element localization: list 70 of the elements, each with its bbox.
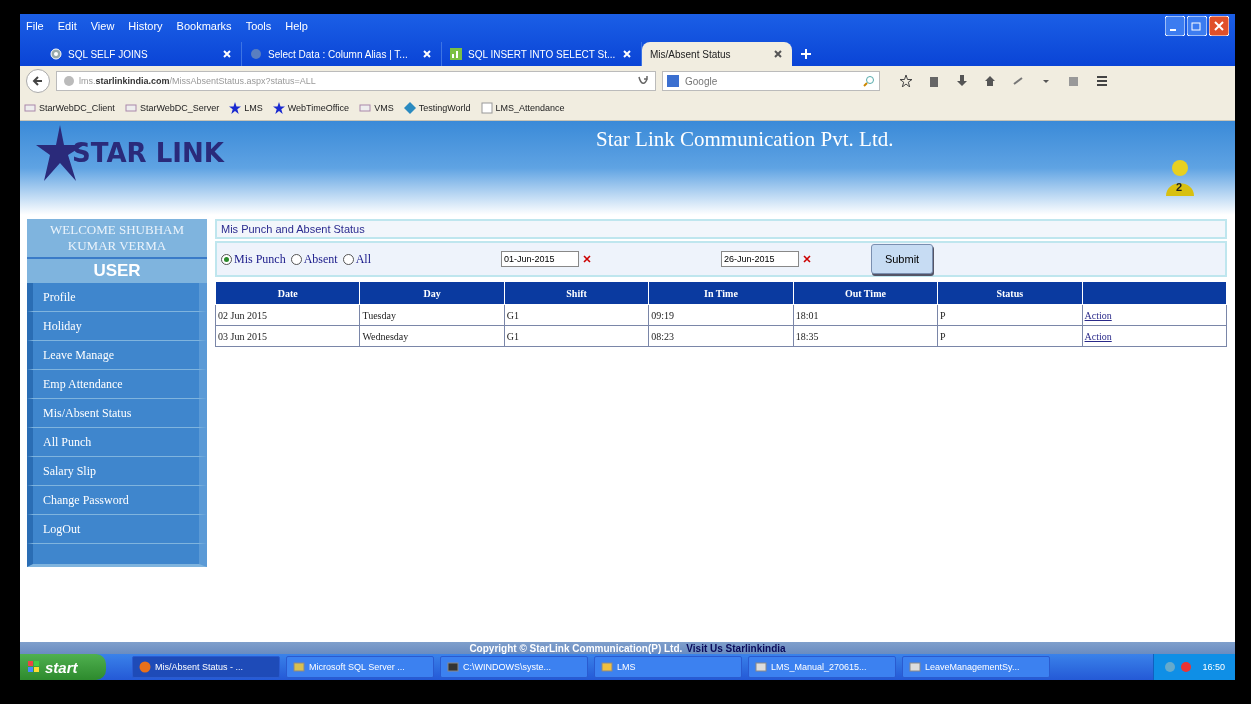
taskbar-item[interactable]: C:\WINDOWS\syste...: [440, 656, 588, 678]
column-header: Day: [359, 281, 505, 305]
welcome-text: WELCOME SHUBHAM KUMAR VERMA: [27, 219, 207, 259]
sidebar-item[interactable]: Emp Attendance: [27, 370, 207, 399]
column-header: Shift: [504, 281, 649, 305]
menu-item[interactable]: View: [90, 20, 115, 32]
taskbar-item[interactable]: Mis/Absent Status - ...: [132, 656, 280, 678]
table-cell: Tuesday: [359, 304, 505, 326]
table-cell: 09:19: [648, 304, 794, 326]
date-field[interactable]: 26-Jun-2015: [721, 251, 800, 267]
taskbar-item[interactable]: LeaveManagementSy...: [902, 656, 1050, 678]
menu-item[interactable]: Help: [285, 20, 308, 32]
table-cell: 18:01: [793, 304, 938, 326]
menu-item[interactable]: Bookmarks: [176, 20, 232, 32]
table-cell: Wednesday: [359, 325, 505, 347]
table-cell: G1: [504, 304, 649, 326]
bookmark-link[interactable]: StarWebDC_Server: [124, 102, 220, 114]
bookmark-link[interactable]: WebTimeOffice: [272, 102, 350, 114]
menu-item[interactable]: File: [26, 20, 44, 32]
taskbar-item[interactable]: Microsoft SQL Server ...: [286, 656, 434, 678]
column-header: Out Time: [793, 281, 938, 305]
sidebar-item[interactable]: Salary Slip: [27, 457, 207, 486]
table-cell: 18:35: [793, 325, 938, 347]
action-link[interactable]: Action: [1084, 330, 1112, 342]
sidebar-item[interactable]: Profile: [27, 283, 207, 312]
radio-option[interactable]: Mis Punch: [221, 251, 286, 267]
submit-button[interactable]: Submit: [871, 244, 934, 274]
table-cell: 03 Jun 2015: [215, 325, 360, 347]
table-cell: 08:23: [648, 325, 794, 347]
radio-option[interactable]: All: [342, 251, 372, 267]
table-cell: P: [937, 325, 1083, 347]
menu-item[interactable]: History: [128, 20, 163, 32]
sidebar-item[interactable]: LogOut: [27, 515, 207, 544]
clock-text: 16:50: [1202, 662, 1225, 672]
sidebar-item[interactable]: Leave Manage: [27, 341, 207, 370]
bookmark-link[interactable]: LMS: [229, 102, 263, 114]
logo-text: STAR LINK: [72, 138, 224, 168]
website-link[interactable]: Visit Us Starlinkindia: [686, 642, 786, 654]
table-cell: G1: [504, 325, 649, 347]
sidebar-item[interactable]: Holiday: [27, 312, 207, 341]
panel-title: Mis Punch and Absent Status: [215, 219, 1227, 239]
action-link[interactable]: Action: [1084, 309, 1112, 321]
sidebar-item[interactable]: Mis/Absent Status: [27, 399, 207, 428]
menu-item[interactable]: Tools: [245, 20, 272, 32]
taskbar-item[interactable]: LMS_Manual_270615...: [748, 656, 896, 678]
notification-count: 2: [1176, 181, 1183, 193]
column-header: Date: [215, 281, 360, 305]
search-field[interactable]: Google: [662, 71, 880, 91]
radio-option[interactable]: Absent: [290, 251, 338, 267]
sidebar-item[interactable]: Change Password: [27, 486, 207, 515]
address-bar[interactable]: lms.starlinkindia.com/MissAbsentStatus.aspx?status=ALL: [56, 71, 656, 91]
sidebar-item[interactable]: All Punch: [27, 428, 207, 457]
url-text: lms.starlinkindia.com/MissAbsentStatus.aspx?status=ALL: [79, 76, 317, 86]
menu-item[interactable]: Edit: [57, 20, 77, 32]
table-cell: P: [937, 304, 1083, 326]
table-cell: 02 Jun 2015: [215, 304, 360, 326]
browser-tab[interactable]: Mis/Absent Status: [642, 42, 792, 66]
taskbar-item[interactable]: LMS: [594, 656, 742, 678]
start-button[interactable]: start: [20, 654, 106, 680]
bookmark-link[interactable]: VMS: [359, 102, 394, 114]
copyright-text: Copyright © StarLink Communication(P) Ltd.: [469, 642, 683, 654]
role-label: USER: [27, 259, 207, 283]
search-input[interactable]: Google: [683, 74, 859, 88]
bookmark-link[interactable]: StarWebDC_Client: [24, 102, 115, 114]
bookmark-link[interactable]: LMS_Attendance: [480, 102, 565, 114]
column-header: In Time: [648, 281, 794, 305]
company-title: Star Link Communication Pvt. Ltd.: [596, 127, 894, 152]
bookmark-link[interactable]: TestingWorld: [403, 102, 471, 114]
column-header: Status: [937, 281, 1083, 305]
date-field[interactable]: 01-Jun-2015: [501, 251, 580, 267]
